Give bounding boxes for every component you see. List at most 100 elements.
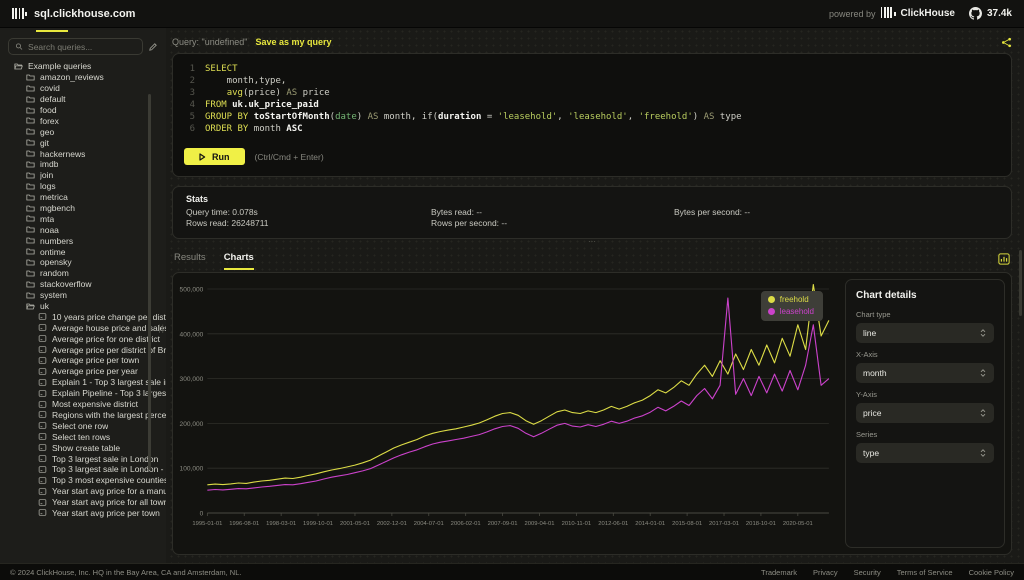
legend-item-freehold[interactable]: freehold [767,295,814,304]
sidebar-folder-default[interactable]: default [0,94,166,105]
download-chart-button[interactable] [998,253,1010,265]
sidebar-query-item[interactable]: Top 3 largest sale in London [0,453,166,464]
sidebar-folder-imdb[interactable]: imdb [0,159,166,170]
site-brand[interactable]: sql.clickhouse.com [12,8,135,20]
sidebar-query-item[interactable]: Show create table [0,442,166,453]
sidebar-query-item[interactable]: Most expensive district [0,399,166,410]
sidebar-query-item[interactable]: Average price per district of Bristol [0,344,166,355]
footer-link-security[interactable]: Security [854,568,881,577]
sidebar-query-item[interactable]: Year start avg price per town [0,508,166,519]
sidebar-folder-noaa[interactable]: noaa [0,224,166,235]
sidebar-folder-forex[interactable]: forex [0,115,166,126]
sidebar-query-item[interactable]: Average house price and sales per year [0,322,166,333]
search-input[interactable] [28,41,136,52]
series-select[interactable]: type [856,443,994,463]
code-line: 4 FROM uk.uk_price_paid [189,100,319,110]
sidebar-query-item[interactable]: Top 3 largest sale in London - optimized [0,464,166,475]
sidebar-query-item[interactable]: Select one row [0,420,166,431]
sidebar-folder-mta[interactable]: mta [0,213,166,224]
tab-results[interactable]: Results [174,252,206,270]
sidebar-query-item[interactable]: Average price for one district [0,333,166,344]
chart-type-select[interactable]: line [856,323,994,343]
sidebar-folder-ontime[interactable]: ontime [0,246,166,257]
legend-item-leasehold[interactable]: leasehold [767,307,814,316]
sidebar-query-item[interactable]: 10 years price change per district [0,311,166,322]
sidebar-query-item[interactable]: Explain 1 - Top 3 largest sale in London [0,377,166,388]
legend-dot [767,296,775,303]
code-line: 2 month,type, [189,76,287,86]
sidebar-folder-hackernews[interactable]: hackernews [0,148,166,159]
footer-link-trademark[interactable]: Trademark [761,568,797,577]
sidebar-scrollbar[interactable] [148,94,151,470]
copyright: © 2024 ClickHouse, Inc. HQ in the Bay Ar… [10,567,242,577]
sidebar-item-example-queries[interactable]: Example queries [0,61,166,72]
y-axis-select[interactable]: price [856,403,994,423]
run-button[interactable]: Run [184,148,245,165]
chart-details-title: Chart details [856,290,917,301]
sidebar-folder-opensky[interactable]: opensky [0,257,166,268]
sidebar-folder-covid[interactable]: covid [0,83,166,94]
x-axis-select[interactable]: month [856,363,994,383]
github-icon [968,7,982,20]
code-line: 1 SELECT [189,64,238,74]
sidebar-folder-geo[interactable]: geo [0,126,166,137]
sidebar-query-item[interactable]: Average price per town [0,355,166,366]
svg-text:100,000: 100,000 [180,466,204,473]
sidebar-folder-uk[interactable]: uk [0,301,166,312]
sidebar-query-item[interactable]: Top 3 most expensive counties [0,475,166,486]
sidebar-folder-amazon_reviews[interactable]: amazon_reviews [0,72,166,83]
field-label: X-Axis [856,350,878,359]
sidebar-query-item[interactable]: Select ten rows [0,431,166,442]
svg-text:300,000: 300,000 [180,376,204,383]
sidebar-folder-food[interactable]: food [0,105,166,116]
sidebar-folder-mgbench[interactable]: mgbench [0,203,166,214]
powered-by-label: powered by [828,8,876,19]
footer-link-cookie-policy[interactable]: Cookie Policy [969,568,1014,577]
sidebar-folder-join[interactable]: join [0,170,166,181]
select-stepper-icon [980,409,986,417]
sidebar-folder-numbers[interactable]: numbers [0,235,166,246]
code-line: 3 avg (price) AS price [189,88,330,98]
svg-text:2004-07-01: 2004-07-01 [414,521,444,527]
svg-text:400,000: 400,000 [180,331,204,338]
svg-text:200,000: 200,000 [180,421,204,428]
footer-link-terms-of-service[interactable]: Terms of Service [897,568,953,577]
search-queries-box[interactable] [8,38,143,55]
svg-text:2006-02-01: 2006-02-01 [451,521,481,527]
sidebar-folder-metrica[interactable]: metrica [0,192,166,203]
sidebar-query-item[interactable]: Year start avg price for all towns [0,497,166,508]
pane-resize-handle[interactable]: ⋯ [172,238,1012,246]
github-stars[interactable]: 37.4k [968,7,1012,20]
tab-charts[interactable]: Charts [223,252,254,270]
sidebar-folder-stackoverflow[interactable]: stackoverflow [0,279,166,290]
sql-editor[interactable]: 1 SELECT 2 month,type, 3 avg (price) AS pric… [172,53,1012,177]
sidebar-query-item[interactable]: Explain Pipeline - Top 3 largest sale [0,388,166,399]
run-button-label: Run [212,151,230,162]
stat-value: Rows read: 26248711 [186,218,269,228]
run-shortcut-hint: (Ctrl/Cmd + Enter) [254,151,324,162]
stats-title: Stats [186,194,209,204]
svg-text:1998-03-01: 1998-03-01 [266,521,296,527]
sidebar-query-item[interactable]: Average price per year [0,366,166,377]
save-as-my-query-link[interactable]: Save as my query [255,37,331,47]
sidebar-query-item[interactable]: Regions with the largest percentage [0,410,166,421]
sidebar-query-item[interactable]: Year start avg price for a manual [0,486,166,497]
sidebar-folder-system[interactable]: system [0,290,166,301]
results-tabs: Results Charts [172,248,1012,270]
chart-area[interactable]: 0 100,000 200,000 300,000 400,000 500,000 1995… [179,279,837,548]
share-button[interactable] [1001,37,1012,48]
legend-dot [767,308,775,315]
select-stepper-icon [980,369,986,377]
new-query-icon[interactable] [148,42,158,52]
sidebar-folder-logs[interactable]: logs [0,181,166,192]
footer-link-privacy[interactable]: Privacy [813,568,838,577]
svg-text:2010-11-01: 2010-11-01 [562,521,592,527]
sidebar-folder-git[interactable]: git [0,137,166,148]
sidebar-resize-handle[interactable]: || [158,323,165,333]
stats-panel: Stats Query time: 0.078s Rows read: 26248… [172,186,1012,239]
sidebar-folder-random[interactable]: random [0,268,166,279]
page-scrollbar[interactable] [1019,250,1022,316]
svg-text:1996-08-01: 1996-08-01 [229,521,259,527]
clickhouse-logo-icon [880,7,896,18]
sql-code: 1 SELECT 2 month,type, 3 avg (price) AS pric… [173,54,1011,139]
